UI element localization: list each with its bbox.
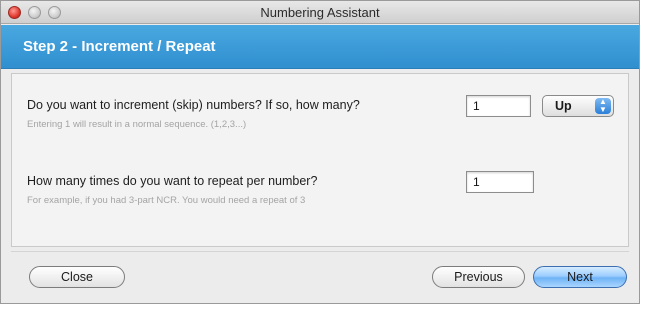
repeat-question: How many times do you want to repeat per… [27,174,318,188]
footer-divider [11,251,629,252]
content-panel: Do you want to increment (skip) numbers?… [11,73,629,247]
repeat-input[interactable] [466,171,534,193]
up-down-chevron-icon: ▲ ▼ [595,98,611,114]
close-button[interactable]: Close [29,266,125,288]
dialog-window: Numbering Assistant Step 2 - Increment /… [0,0,640,304]
step-banner: Step 2 - Increment / Repeat [1,25,639,69]
increment-question: Do you want to increment (skip) numbers?… [27,98,360,112]
increment-input[interactable] [466,95,531,117]
direction-select[interactable]: Up ▲ ▼ [542,95,614,117]
direction-select-value: Up [555,99,572,113]
next-button[interactable]: Next [533,266,627,288]
increment-hint: Entering 1 will result in a normal seque… [27,119,247,130]
repeat-hint: For example, if you had 3-part NCR. You … [27,195,306,206]
title-bar[interactable]: Numbering Assistant [1,1,639,24]
step-title: Step 2 - Increment / Repeat [23,38,216,55]
window-title: Numbering Assistant [260,5,380,20]
previous-button[interactable]: Previous [432,266,525,288]
